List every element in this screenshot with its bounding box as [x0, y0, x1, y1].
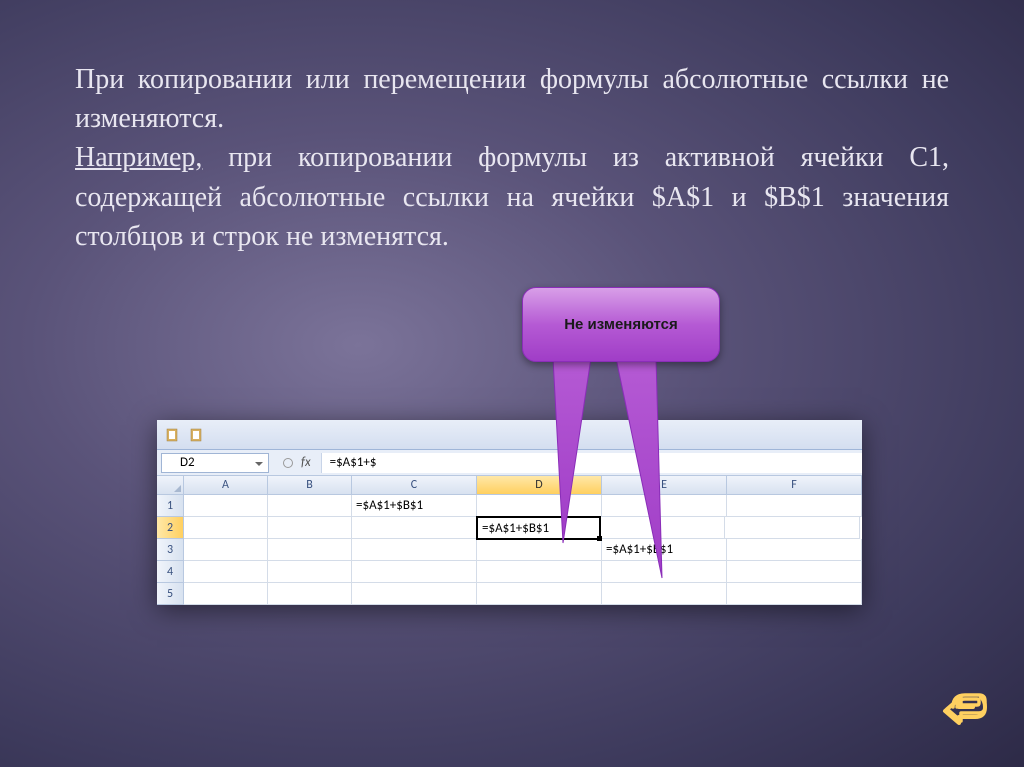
name-box-value: D2	[180, 455, 195, 470]
cancel-icon[interactable]	[283, 458, 293, 468]
cell-C3[interactable]	[352, 539, 477, 561]
row-1: 1 =$A$1+$B$1	[157, 495, 862, 517]
cell-A2[interactable]	[184, 517, 268, 539]
spreadsheet-grid: A B C D E F 1 =$A$1+$B$1 2 =$A$1+$B$1	[157, 476, 862, 605]
row-header-5[interactable]: 5	[157, 583, 184, 605]
row-4: 4	[157, 561, 862, 583]
callout-bubble: Не изменяются	[522, 287, 720, 362]
select-all-corner[interactable]	[157, 476, 184, 495]
cell-B3[interactable]	[268, 539, 352, 561]
cell-B4[interactable]	[268, 561, 352, 583]
slide-body-text: При копировании или перемещении формулы …	[0, 0, 1024, 256]
row-header-1[interactable]: 1	[157, 495, 184, 517]
callout-text: Не изменяются	[564, 316, 678, 333]
column-headers: A B C D E F	[157, 476, 862, 495]
col-header-B[interactable]: B	[268, 476, 352, 495]
cell-B5[interactable]	[268, 583, 352, 605]
cell-F5[interactable]	[727, 583, 862, 605]
row-header-2[interactable]: 2	[157, 517, 184, 539]
cell-A1[interactable]	[184, 495, 268, 517]
col-header-C[interactable]: C	[352, 476, 477, 495]
cell-F4[interactable]	[727, 561, 862, 583]
cell-C5[interactable]	[352, 583, 477, 605]
paste-dropdown-icon	[189, 428, 203, 442]
paste-icon	[165, 428, 179, 442]
row-header-4[interactable]: 4	[157, 561, 184, 583]
cell-A3[interactable]	[184, 539, 268, 561]
name-box[interactable]: D2	[161, 453, 269, 473]
cell-F3[interactable]	[727, 539, 862, 561]
return-arrow-icon	[941, 687, 989, 727]
cell-A4[interactable]	[184, 561, 268, 583]
row-5: 5	[157, 583, 862, 605]
cell-B1[interactable]	[268, 495, 352, 517]
cell-C1[interactable]: =$A$1+$B$1	[352, 495, 477, 517]
cell-B2[interactable]	[268, 517, 352, 539]
row-3: 3 =$A$1+$B$1	[157, 539, 862, 561]
cell-D4[interactable]	[477, 561, 602, 583]
row-2: 2 =$A$1+$B$1	[157, 517, 862, 539]
fx-icon[interactable]: fx	[301, 455, 311, 470]
return-button[interactable]	[941, 687, 989, 732]
formula-bar-buttons: fx	[273, 455, 321, 470]
formula-bar: D2 fx =$A$1+$	[157, 450, 862, 476]
col-header-A[interactable]: A	[184, 476, 268, 495]
cell-F2[interactable]	[725, 517, 860, 539]
row-header-3[interactable]: 3	[157, 539, 184, 561]
paragraph-2-rest: при копировании формулы из активной ячей…	[75, 142, 949, 251]
formula-input-value: =$A$1+$	[330, 455, 377, 470]
cell-E5[interactable]	[602, 583, 727, 605]
cell-A5[interactable]	[184, 583, 268, 605]
paragraph-1: При копировании или перемещении формулы …	[75, 64, 949, 134]
col-header-F[interactable]: F	[727, 476, 862, 495]
cell-C2[interactable]	[352, 517, 477, 539]
excel-ribbon-strip	[157, 420, 862, 450]
excel-screenshot: D2 fx =$A$1+$ A B C D E F 1 =$A$1+$B$1	[157, 420, 862, 605]
callout-tail-2	[598, 358, 678, 583]
paragraph-2-prefix: Например,	[75, 142, 202, 173]
cell-C4[interactable]	[352, 561, 477, 583]
callout-tail-1	[543, 358, 603, 548]
cell-D5[interactable]	[477, 583, 602, 605]
cell-F1[interactable]	[727, 495, 862, 517]
